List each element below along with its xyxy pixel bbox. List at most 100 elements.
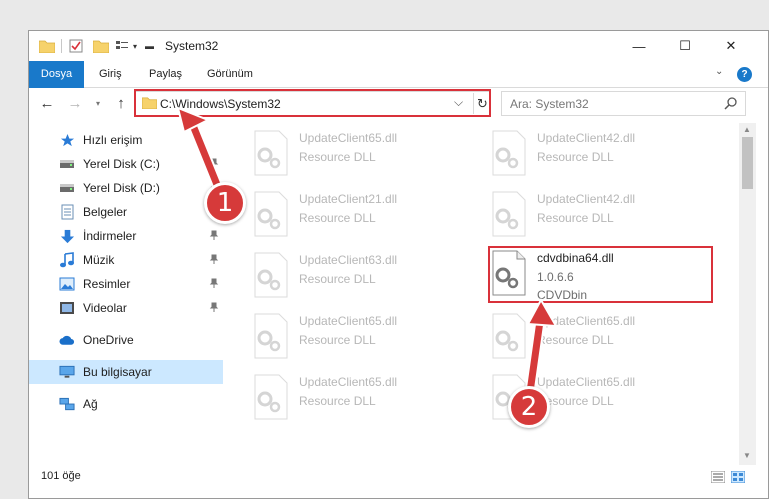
details-view-icon[interactable] [710,470,726,486]
sidebar-item-label: Ağ [83,397,98,411]
file-item[interactable]: UpdateClient65.dll Resource DLL [251,373,471,427]
file-description: Resource DLL [299,394,376,408]
search-box[interactable]: Ara: System32 [501,91,746,116]
forward-button[interactable]: → [65,88,85,118]
tab-view[interactable]: Görünüm [197,61,263,88]
status-bar: 101 öğe [29,465,768,498]
star-icon [59,132,75,148]
file-item[interactable]: UpdateClient63.dll Resource DLL [251,251,471,305]
file-item[interactable]: UpdateClient65.dll Resource DLL [489,312,709,366]
sidebar-item-label: OneDrive [83,333,134,347]
sidebar-item-videos[interactable]: Videolar [29,296,223,320]
cloud-icon [59,332,75,348]
address-highlight-box [134,89,491,117]
vertical-scrollbar[interactable]: ▲ ▼ [739,123,756,465]
file-highlight-box [488,246,713,303]
properties-check-icon[interactable] [69,31,83,61]
sidebar-item-label: Videolar [83,301,127,315]
title-bar: ▾ ▬ System32 — ☐ ✕ [29,31,768,61]
search-input[interactable]: Ara: System32 [510,97,589,111]
file-description: Resource DLL [299,211,376,225]
sidebar-item-label: Resimler [83,277,131,291]
window-title: System32 [165,39,219,53]
sidebar-item-network[interactable]: Ağ [29,392,223,416]
recent-locations-button[interactable]: ▾ [91,88,105,118]
sidebar-item-downloads[interactable]: İndirmeler [29,224,223,248]
computer-icon [59,364,75,380]
large-icons-view-icon[interactable] [730,470,746,486]
sidebar-item-label: İndirmeler [83,229,137,243]
sidebar-item-label: Müzik [83,253,115,267]
pin-icon[interactable] [209,302,219,315]
minimize-button[interactable]: — [616,31,662,61]
dll-file-icon [251,373,291,421]
sidebar-item-disk-c[interactable]: Yerel Disk (C:) [29,152,223,176]
navigation-pane: Hızlı erişim Yerel Disk (C:) Yerel Disk … [29,123,223,465]
divider [61,39,62,53]
file-description: Resource DLL [537,211,614,225]
dll-file-icon [251,251,291,299]
tab-file[interactable]: Dosya [29,61,84,88]
pin-icon[interactable] [209,158,219,171]
folder-icon[interactable] [39,31,55,61]
dll-file-icon [489,190,529,238]
drive-icon [59,156,75,172]
close-button[interactable]: ✕ [708,31,754,61]
file-name: UpdateClient65.dll [299,314,398,328]
file-name: UpdateClient65.dll [537,375,636,389]
file-description: Resource DLL [299,150,376,164]
sidebar-item-label: Bu bilgisayar [83,365,152,379]
file-name: UpdateClient63.dll [299,253,398,267]
pin-icon[interactable] [209,278,219,291]
scroll-down-icon[interactable]: ▼ [743,451,751,460]
customize-toolbar-icon[interactable]: ▬ [145,31,154,61]
item-count: 101 öğe [41,470,81,482]
file-description: Resource DLL [299,333,376,347]
file-item[interactable]: UpdateClient42.dll Resource DLL [489,129,709,183]
sidebar-item-onedrive[interactable]: OneDrive [29,328,223,352]
file-item[interactable]: UpdateClient21.dll Resource DLL [251,190,471,244]
file-description: Resource DLL [537,333,614,347]
sidebar-item-music[interactable]: Müzik [29,248,223,272]
sidebar-item-disk-d[interactable]: Yerel Disk (D:) [29,176,223,200]
maximize-button[interactable]: ☐ [662,31,708,61]
dll-file-icon [251,312,291,360]
pin-icon[interactable] [209,254,219,267]
scroll-thumb[interactable] [742,137,753,189]
network-icon [59,396,75,412]
file-item[interactable]: UpdateClient42.dll Resource DLL [489,190,709,244]
file-description: Resource DLL [537,150,614,164]
file-item[interactable]: UpdateClient65.dll Resource DLL [251,129,471,183]
customize-dropdown-icon[interactable]: ▾ [133,31,137,61]
file-name: UpdateClient21.dll [299,192,398,206]
new-folder-icon[interactable] [93,31,109,61]
tab-home[interactable]: Giriş [89,61,132,88]
explorer-window: ▾ ▬ System32 — ☐ ✕ Dosya Giriş Paylaş Gö… [28,30,769,499]
back-button[interactable]: ← [37,88,57,118]
file-description: Resource DLL [299,272,376,286]
file-item[interactable]: UpdateClient65.dll Resource DLL [251,312,471,366]
sidebar-item-this-pc[interactable]: Bu bilgisayar [29,360,223,384]
file-name: UpdateClient42.dll [537,192,636,206]
tab-share[interactable]: Paylaş [139,61,192,88]
sidebar-item-quick-access[interactable]: Hızlı erişim [29,128,223,152]
help-icon[interactable]: ? [737,67,752,82]
sidebar-item-documents[interactable]: Belgeler [29,200,223,224]
properties-list-icon[interactable] [115,31,129,61]
expand-ribbon-icon[interactable]: ⌄ [715,66,723,77]
file-name: UpdateClient42.dll [537,131,636,145]
file-name: UpdateClient65.dll [299,131,398,145]
search-icon[interactable] [724,96,738,113]
scroll-up-icon[interactable]: ▲ [743,125,751,134]
sidebar-item-label: Hızlı erişim [83,133,143,147]
up-button[interactable]: ↑ [111,88,131,118]
dll-file-icon [489,312,529,360]
ribbon-tabs: Dosya Giriş Paylaş Görünüm ⌄ ? [29,61,768,88]
pictures-icon [59,276,75,292]
drive-icon [59,180,75,196]
music-icon [59,252,75,268]
dll-file-icon [251,190,291,238]
sidebar-item-label: Belgeler [83,205,128,219]
pin-icon[interactable] [209,230,219,243]
sidebar-item-pictures[interactable]: Resimler [29,272,223,296]
